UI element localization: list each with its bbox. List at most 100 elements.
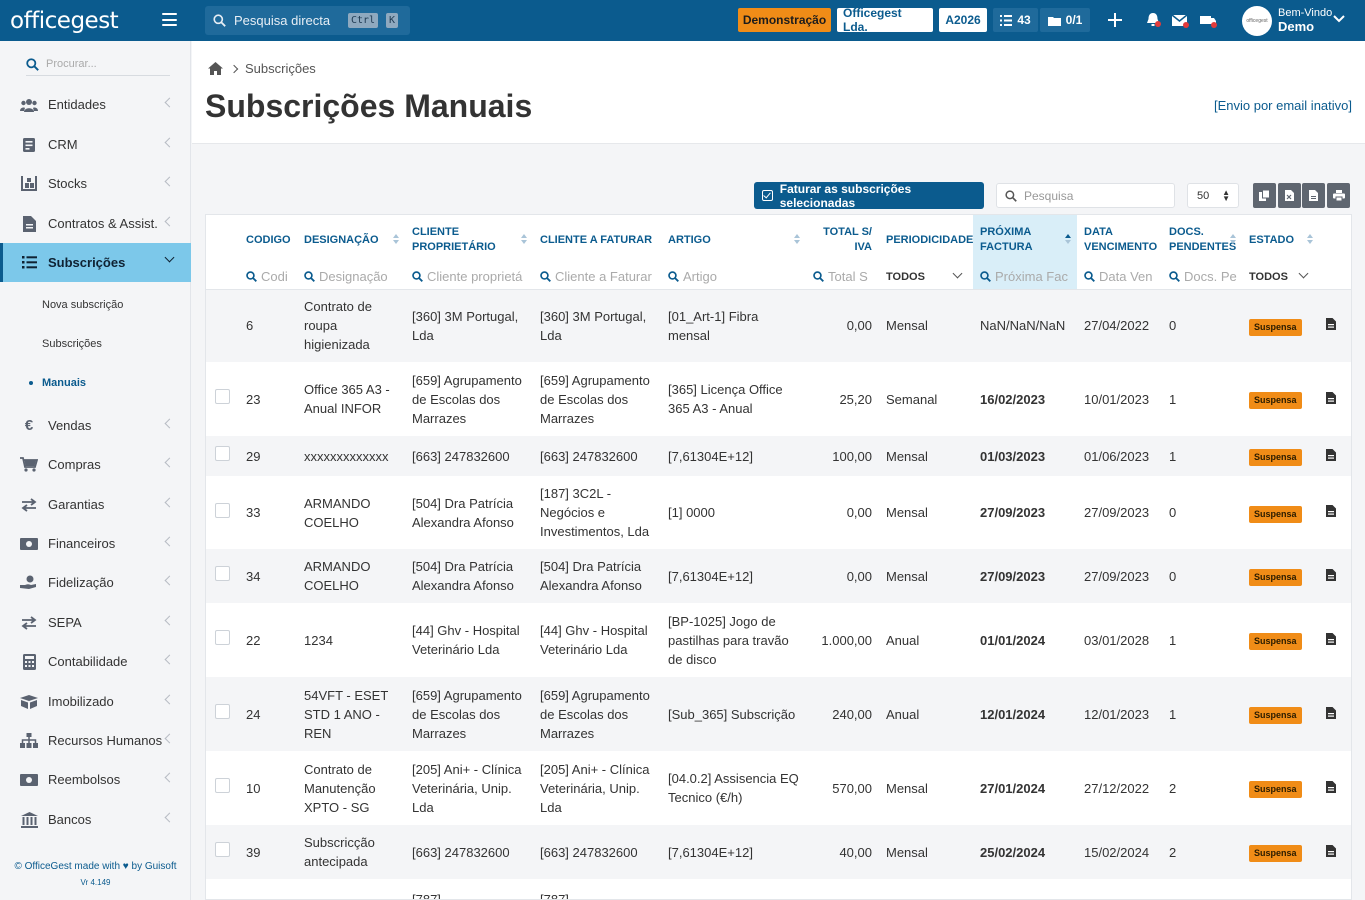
sidebar-subitem-manuais[interactable]: Manuais (0, 363, 191, 402)
excel-button[interactable] (1278, 183, 1301, 208)
document-icon[interactable] (1326, 568, 1336, 581)
table-row[interactable]: 6 Contrato de roupa higienizada [360] 3M P… (206, 289, 1351, 362)
sidebar-footer: © OfficeGest made with ♥ by Guisoft Vr 4… (0, 861, 191, 887)
table-row[interactable]: 34 ARMANDO COELHO [504] Dra Patrícia Alexa… (206, 549, 1351, 603)
user-menu[interactable]: Bem-Vindo Demo (1278, 7, 1332, 34)
document-icon[interactable] (1326, 318, 1336, 331)
col-codigo[interactable]: Codigo (239, 215, 297, 265)
sidebar-search-input[interactable]: Procurar... (26, 53, 170, 76)
avatar[interactable]: officegest (1242, 6, 1272, 36)
row-checkbox[interactable] (215, 502, 230, 518)
col-artigo[interactable]: Artigo (661, 215, 806, 265)
tasks-button[interactable]: 43 (993, 8, 1038, 32)
table-row[interactable]: 22 1234 [44] Ghv - Hospital Veterinário Ld… (206, 603, 1351, 677)
chevron-down-icon[interactable] (1333, 13, 1345, 25)
sidebar-subitem-subscricoes[interactable]: Subscrições (0, 324, 191, 363)
row-checkbox[interactable] (215, 778, 230, 793)
breadcrumb-item[interactable]: Subscrições (245, 61, 316, 76)
col-cliente-faturar[interactable]: Cliente a Faturar (533, 215, 661, 265)
pdf-button[interactable] (1302, 183, 1325, 208)
sidebar-item-bancos[interactable]: Bancos (0, 800, 191, 839)
filter-designacao[interactable]: Designação (297, 265, 405, 290)
brand[interactable]: officegest (0, 0, 191, 41)
sidebar-item-contabilidade[interactable]: Contabilidade (0, 642, 191, 681)
sidebar-item-imobilizado[interactable]: Imobilizado (0, 682, 191, 721)
footer-credit: © OfficeGest made with ♥ by Guisoft (14, 861, 177, 872)
sidebar-subitem-nova[interactable]: Nova subscrição (0, 285, 191, 324)
table-row[interactable]: [787] [787] (206, 879, 1351, 899)
row-checkbox[interactable] (215, 630, 230, 645)
document-icon[interactable] (1326, 505, 1336, 517)
filter-codigo[interactable]: Codi (239, 265, 297, 290)
row-checkbox[interactable] (215, 842, 230, 857)
row-checkbox[interactable] (215, 389, 230, 404)
table-row[interactable]: 10 Contrato de Manutenção XPTO - SG [205] … (206, 751, 1351, 825)
demo-badge[interactable]: Demonstração (738, 8, 831, 32)
document-icon[interactable] (1326, 706, 1336, 719)
truck-icon[interactable] (1199, 11, 1217, 29)
col-designacao[interactable]: Designação (297, 215, 405, 265)
sidebar-item-entidades[interactable]: Entidades (0, 85, 191, 124)
sidebar-item-financeiros[interactable]: Financeiros (0, 524, 191, 563)
table-row[interactable]: 23 Office 365 A3 - Anual INFOR [659] Agrup… (206, 362, 1351, 436)
cell-proprietario: [504] Dra Patrícia Alexandra Afonso (405, 476, 533, 549)
cell-codigo (239, 879, 297, 899)
document-icon[interactable] (1326, 844, 1336, 857)
row-checkbox[interactable] (215, 704, 230, 719)
bill-selected-button[interactable]: Faturar as subscrições selecionadas (754, 182, 984, 210)
sidebar-item-reembolsos[interactable]: Reembolsos (0, 760, 191, 799)
company-selector[interactable]: Officegest Lda. (837, 6, 933, 34)
sidebar-item-vendas[interactable]: € Vendas (0, 406, 191, 445)
year-selector[interactable]: A2026 (939, 8, 987, 32)
copy-button[interactable] (1253, 183, 1276, 208)
sidebar-item-compras[interactable]: Compras (0, 445, 191, 484)
document-icon[interactable] (1326, 632, 1336, 645)
sidebar-item-fidelizacao[interactable]: Fidelização (0, 563, 191, 602)
email-status-link[interactable]: [Envio por email inativo] (1214, 98, 1352, 113)
col-periodicidade[interactable]: Periodicidade (879, 215, 973, 265)
plus-icon[interactable] (1106, 11, 1124, 29)
row-checkbox[interactable] (215, 566, 230, 581)
col-estado[interactable]: Estado (1242, 215, 1319, 265)
filter-docs[interactable]: Docs. Pe (1162, 265, 1242, 290)
sidebar-item-sepa[interactable]: SEPA (0, 603, 191, 642)
filter-periodicidade[interactable]: TODOS (879, 265, 973, 290)
home-icon[interactable] (208, 62, 223, 75)
col-cliente-proprietario[interactable]: Cliente Proprietário (405, 215, 533, 265)
brand-logo[interactable]: officegest (10, 8, 119, 34)
sidebar-item-recursos-humanos[interactable]: Recursos Humanos (0, 721, 191, 760)
filter-total[interactable]: Total S (806, 265, 879, 290)
sort-arrows-icon: ▲ ▼ (1222, 188, 1230, 203)
sidebar-item-contratos[interactable]: Contratos & Assist. (0, 204, 191, 243)
filter-proprietario[interactable]: Cliente proprietá (405, 265, 533, 290)
docs-button[interactable]: 0/1 (1040, 8, 1090, 32)
sidebar-item-crm[interactable]: CRM (0, 125, 191, 164)
table-row[interactable]: 24 54VFT - ESET STD 1 ANO - REN [659] Agru… (206, 677, 1351, 751)
sidebar-item-stocks[interactable]: Stocks (0, 164, 191, 203)
col-data-vencimento[interactable]: Data Vencimento (1077, 215, 1162, 265)
filter-proxima[interactable]: Próxima Fac (973, 265, 1077, 290)
print-button[interactable] (1327, 183, 1350, 208)
menu-toggle-icon[interactable] (162, 13, 177, 26)
filter-faturar[interactable]: Cliente a Faturar (533, 265, 661, 290)
filter-estado[interactable]: TODOS (1242, 265, 1319, 290)
page-size-select[interactable]: 50 ▲ ▼ (1187, 183, 1239, 208)
col-docs-pendentes[interactable]: Docs. Pendentes (1162, 215, 1242, 265)
global-search-input[interactable]: Pesquisa directa Ctrl K (205, 6, 410, 35)
table-row[interactable]: 33 ARMANDO COELHO [504] Dra Patrícia Alexa… (206, 476, 1351, 549)
document-icon[interactable] (1326, 780, 1336, 793)
col-total[interactable]: Total s/ IVA (806, 215, 879, 265)
row-checkbox[interactable] (215, 446, 230, 461)
filter-artigo[interactable]: Artigo (661, 265, 806, 290)
filter-vencimento[interactable]: Data Ven (1077, 265, 1162, 290)
document-icon[interactable] (1326, 448, 1336, 461)
table-row[interactable]: 29 xxxxxxxxxxxxx [663] 247832600 [663] 2478… (206, 436, 1351, 476)
table-search-input[interactable]: Pesquisa (996, 183, 1175, 208)
mail-icon[interactable] (1171, 11, 1189, 29)
bell-icon[interactable] (1144, 11, 1162, 29)
table-row[interactable]: 39 Subscricção antecipada [663] 247832600[… (206, 825, 1351, 879)
sidebar-item-subscricoes[interactable]: Subscrições (0, 243, 191, 282)
document-icon[interactable] (1326, 391, 1336, 404)
sidebar-item-garantias[interactable]: Garantias (0, 485, 191, 524)
col-proxima-factura[interactable]: Próxima Factura (973, 215, 1077, 265)
